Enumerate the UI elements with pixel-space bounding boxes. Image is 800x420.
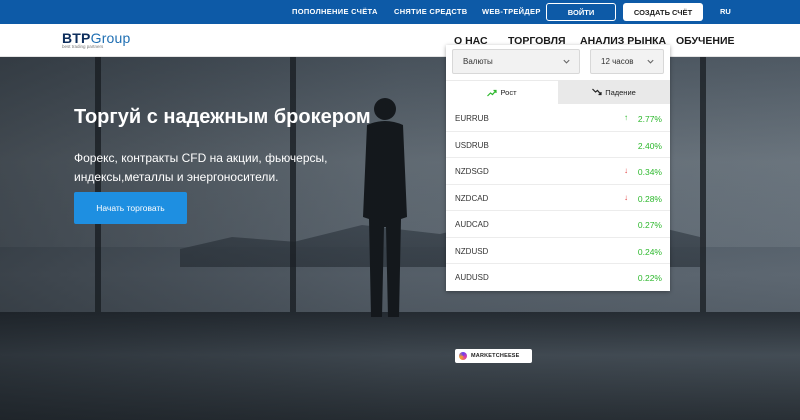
movers-list: EURRUB ↑ 2.77% USDRUB 2.40% NZDSGD ↓ 0.3… bbox=[446, 105, 670, 291]
marketcheese-badge[interactable]: MARKETCHEESE bbox=[455, 349, 532, 363]
instrument-symbol: NZDUSD bbox=[455, 246, 489, 256]
trend-up-icon bbox=[487, 89, 498, 96]
start-trading-button[interactable]: Начать торговать bbox=[74, 192, 187, 224]
language-selector[interactable]: RU bbox=[720, 7, 731, 16]
trend-down-icon bbox=[592, 88, 602, 96]
list-item[interactable]: EURRUB ↑ 2.77% bbox=[446, 105, 670, 132]
change-value: 0.24% bbox=[637, 246, 662, 257]
category-select-value: Валюты bbox=[463, 57, 493, 66]
instrument-symbol: NZDSGD bbox=[455, 167, 489, 176]
tab-rise-label: Рост bbox=[500, 88, 517, 97]
instrument-symbol: AUDCAD bbox=[455, 220, 489, 229]
main-navbar: BTPGroup best trading partners О НАС ТОР… bbox=[0, 24, 800, 57]
tab-fall-label: Падение bbox=[605, 87, 636, 97]
category-select[interactable]: Валюты bbox=[452, 49, 580, 74]
chevron-down-icon bbox=[563, 59, 570, 64]
arrow-up-icon: ↑ bbox=[624, 113, 628, 122]
instrument-symbol: EURRUB bbox=[455, 114, 489, 123]
hero-subtext: Форекс, контракты CFD на акции, фьючерсы… bbox=[74, 151, 328, 184]
list-item[interactable]: AUDUSD 0.22% bbox=[446, 264, 670, 291]
list-item[interactable]: NZDUSD 0.24% bbox=[446, 238, 670, 264]
hero-headline: Торгуй с надежным брокером bbox=[74, 106, 371, 128]
logo[interactable]: BTPGroup best trading partners bbox=[62, 30, 131, 49]
instrument-symbol: NZDCAD bbox=[455, 193, 489, 203]
create-account-button[interactable]: СОЗДАТЬ СЧЁТ bbox=[623, 3, 703, 21]
arrow-down-icon: ↓ bbox=[624, 192, 628, 202]
change-value: 0.34% bbox=[637, 167, 662, 177]
change-value: 0.27% bbox=[637, 220, 662, 230]
list-item[interactable]: NZDCAD ↓ 0.28% bbox=[446, 185, 670, 211]
movers-tabs: Рост Падение bbox=[446, 80, 670, 104]
period-select[interactable]: 12 часов bbox=[590, 49, 664, 74]
marketcheese-logo-icon bbox=[459, 352, 467, 360]
instrument-symbol: AUDUSD bbox=[455, 273, 489, 282]
tab-fall[interactable]: Падение bbox=[558, 80, 670, 104]
tab-rise[interactable]: Рост bbox=[446, 80, 558, 104]
withdraw-link[interactable]: СНЯТИЕ СРЕДСТВ bbox=[394, 7, 467, 16]
web-trader-link[interactable]: WEB-ТРЕЙДЕР bbox=[482, 7, 541, 16]
change-value: 2.77% bbox=[637, 114, 662, 124]
chevron-down-icon bbox=[647, 59, 654, 64]
top-bar: ПОПОЛНЕНИЕ СЧЁТА СНЯТИЕ СРЕДСТВ WEB-ТРЕЙ… bbox=[0, 0, 800, 24]
deposit-link[interactable]: ПОПОЛНЕНИЕ СЧЁТА bbox=[292, 7, 378, 16]
instrument-symbol: USDRUB bbox=[455, 140, 489, 150]
change-value: 0.22% bbox=[637, 273, 662, 283]
change-value: 2.40% bbox=[637, 140, 662, 151]
nav-education[interactable]: ОБУЧЕНИЕ bbox=[676, 35, 735, 47]
login-button[interactable]: ВОЙТИ bbox=[546, 3, 616, 21]
list-item[interactable]: USDRUB 2.40% bbox=[446, 132, 670, 158]
period-select-value: 12 часов bbox=[601, 57, 634, 66]
provider-badge-label: MARKETCHEESE bbox=[471, 353, 520, 359]
list-item[interactable]: AUDCAD 0.27% bbox=[446, 211, 670, 238]
change-value: 0.28% bbox=[637, 193, 662, 204]
arrow-down-icon: ↓ bbox=[624, 166, 628, 175]
market-movers-widget: Валюты 12 часов Рост Падение EURRUB ↑ 2.… bbox=[446, 45, 670, 291]
list-item[interactable]: NZDSGD ↓ 0.34% bbox=[446, 158, 670, 185]
